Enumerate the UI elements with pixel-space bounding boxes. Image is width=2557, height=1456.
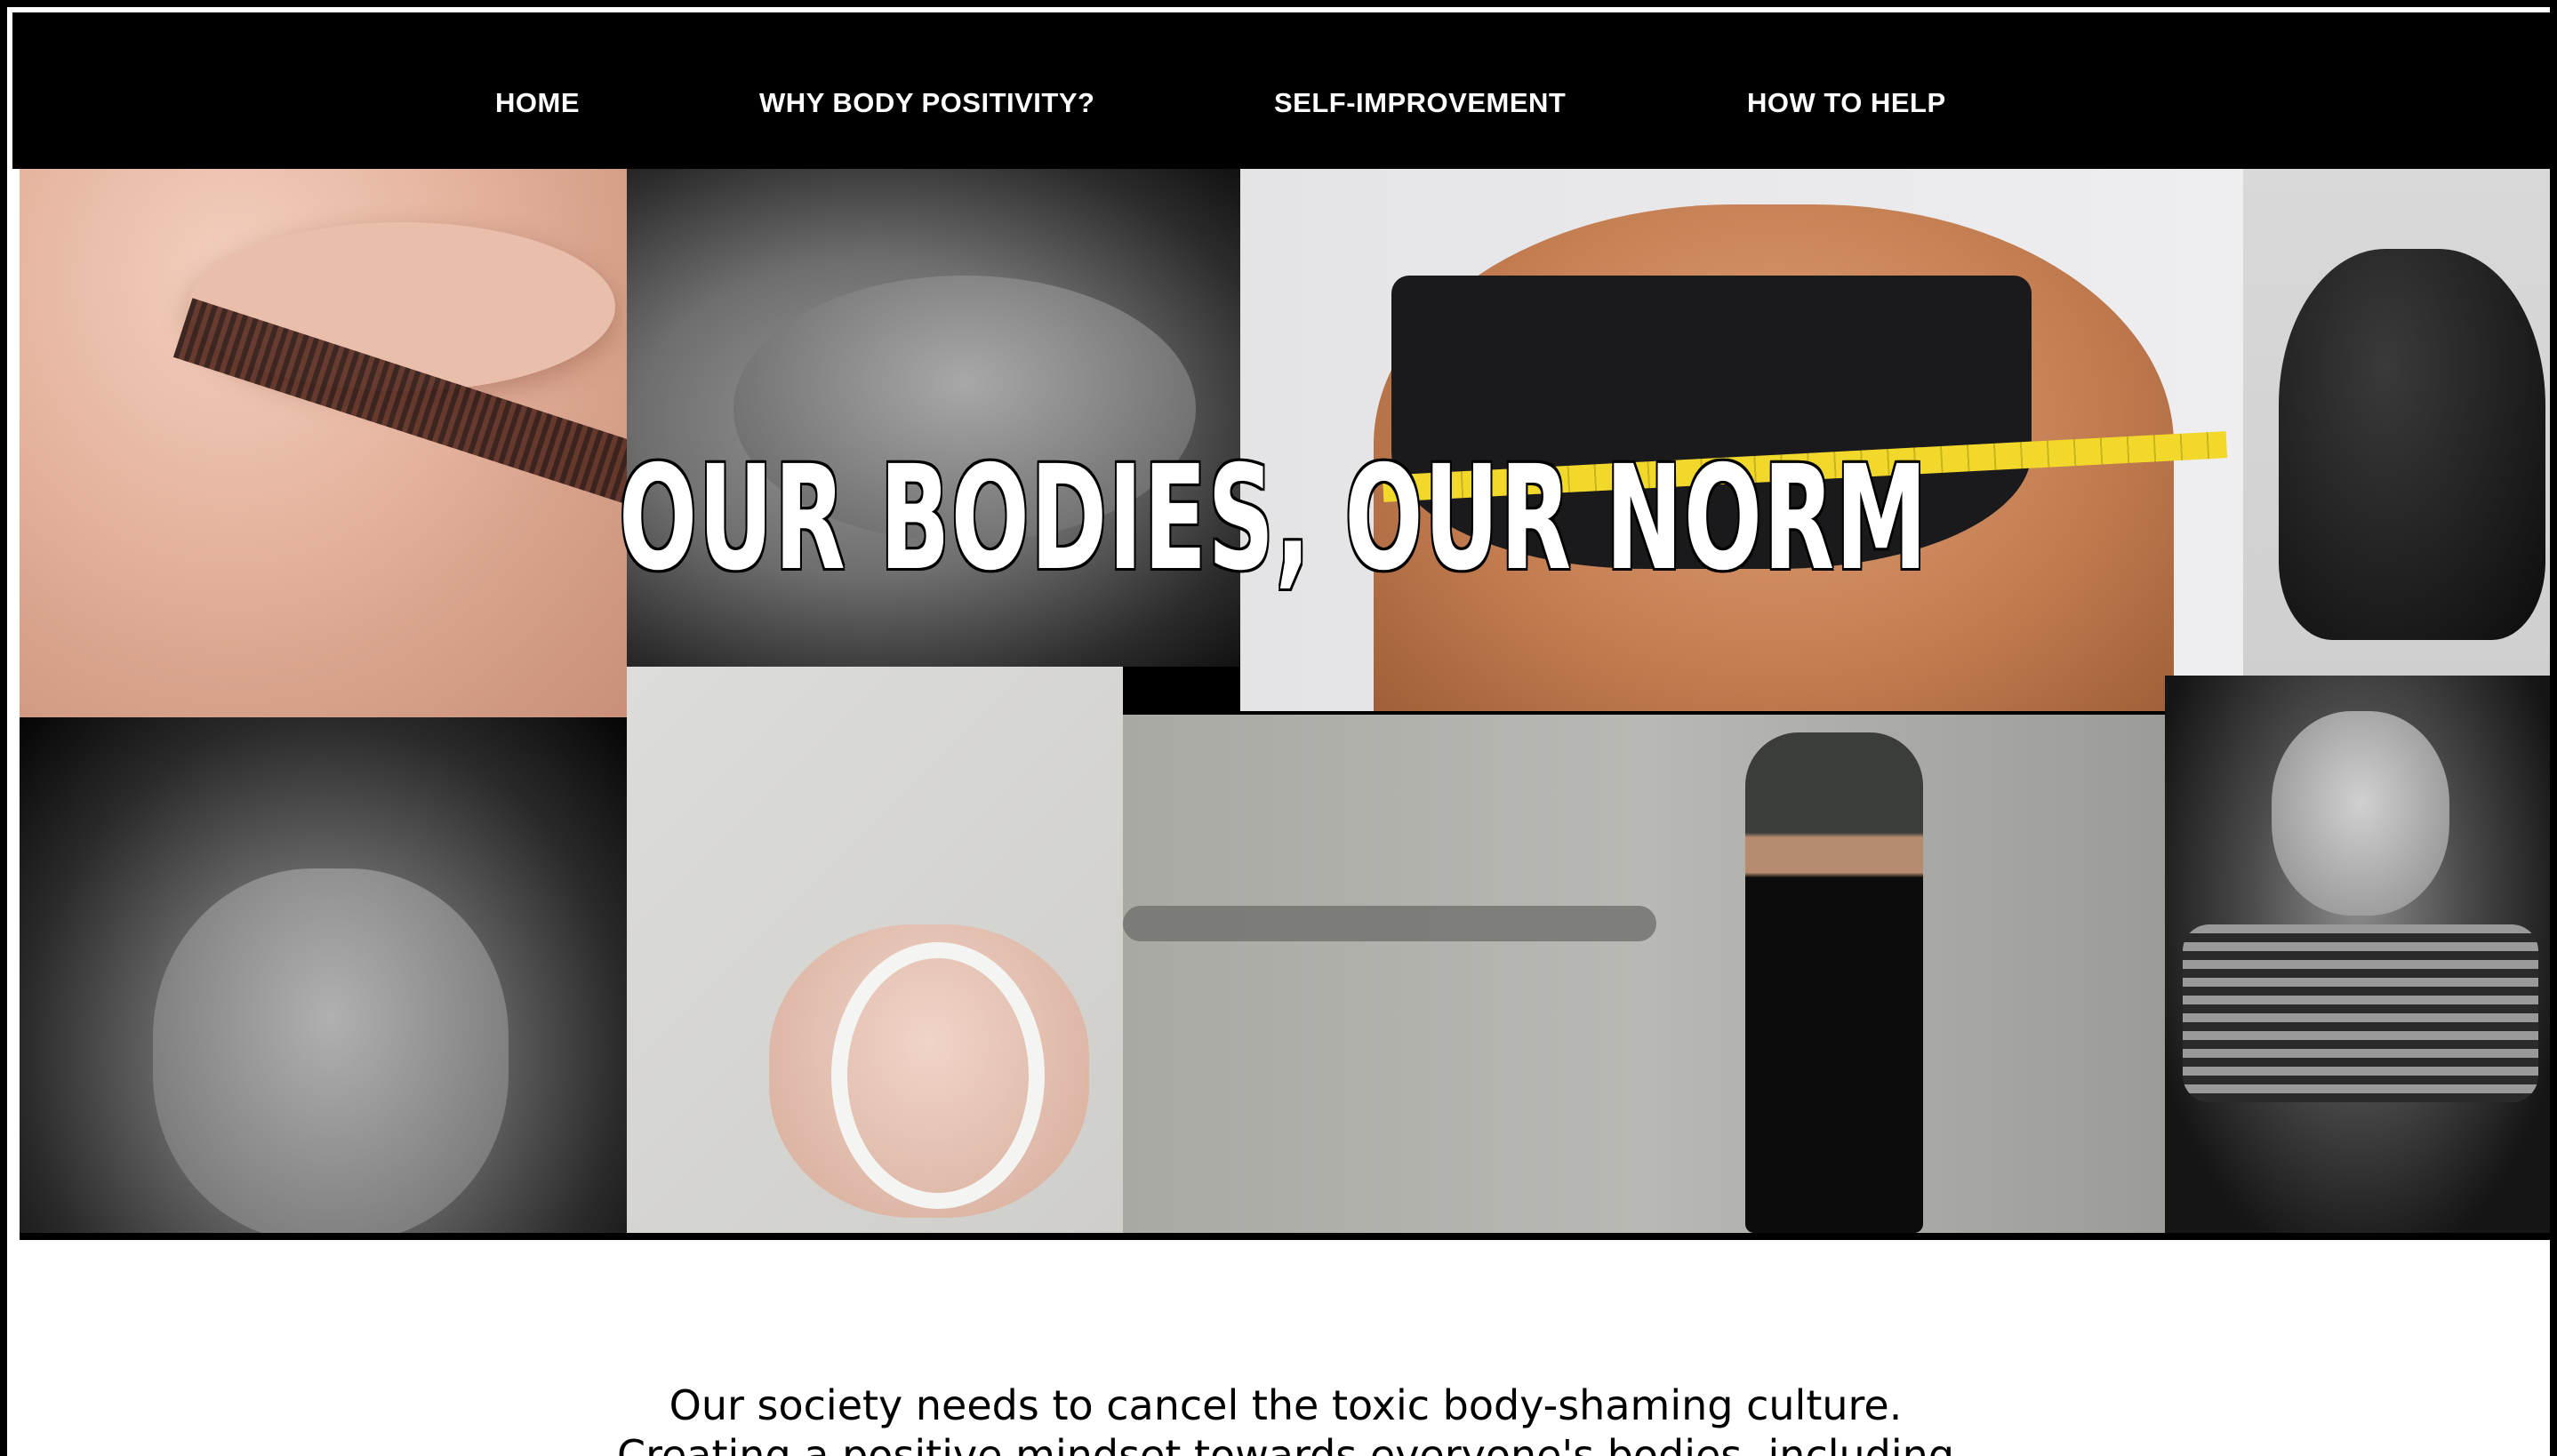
photo-pointing-shadow: [1123, 715, 2165, 1233]
nav-self-improvement[interactable]: SELF-IMPROVEMENT: [1274, 87, 1566, 119]
photo-skin-lace: [20, 169, 627, 717]
hero-title: OUR BODIES, OUR NORM: [619, 436, 1928, 603]
section-divider: [20, 1233, 2550, 1240]
page-frame: HOME WHY BODY POSITIVITY? SELF-IMPROVEME…: [0, 0, 2557, 1456]
hero-photo-collage: [20, 169, 2550, 1233]
top-navbar: HOME WHY BODY POSITIVITY? SELF-IMPROVEME…: [12, 12, 2550, 169]
photo-bw-torso: [20, 717, 627, 1233]
photo-dark-figure: [2243, 169, 2550, 676]
photo-hand-tape: [627, 667, 1123, 1233]
nav-why-body-positivity[interactable]: WHY BODY POSITIVITY?: [759, 87, 1094, 119]
intro-line-2: Creating a positive mindset towards ever…: [616, 1431, 1955, 1456]
photo-woman-portrait: [2165, 676, 2550, 1233]
nav-how-to-help[interactable]: HOW TO HELP: [1747, 87, 1946, 119]
intro-line-1: Our society needs to cancel the toxic bo…: [669, 1381, 1903, 1429]
intro-text: Our society needs to cancel the toxic bo…: [7, 1380, 2550, 1456]
nav-home[interactable]: HOME: [495, 87, 580, 119]
